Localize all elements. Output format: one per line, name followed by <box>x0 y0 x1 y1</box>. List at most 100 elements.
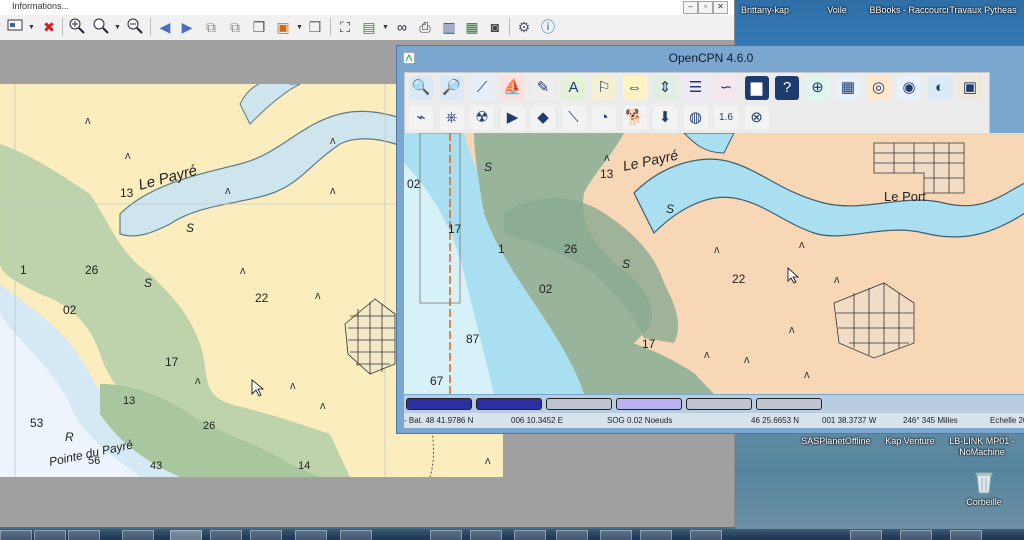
desktop-icon-brittany-kap[interactable]: Brittany-kap <box>725 5 805 16</box>
desktop-icon-kap-venture[interactable]: Kap Venture <box>870 436 950 447</box>
depth-label: 53 <box>30 416 44 430</box>
opencpn-chart-svg: Le Payré Le Port 02 17 1 26 02 13 22 17 … <box>404 133 1024 394</box>
svg-text:ʌ: ʌ <box>330 185 336 197</box>
grib-icon[interactable]: ▦ <box>836 76 860 100</box>
chart-info-icon[interactable]: ◎ <box>866 76 891 100</box>
import-icon[interactable]: ▤ <box>360 18 378 36</box>
zoom-in-icon[interactable] <box>68 18 86 36</box>
color-scheme-icon[interactable]: ▆ <box>744 76 769 100</box>
toolbar-separator <box>150 18 151 36</box>
opencpn-chart[interactable]: Le Payré Le Port 02 17 1 26 02 13 22 17 … <box>404 133 1024 394</box>
dog-icon[interactable]: 🐕 <box>622 106 647 130</box>
svg-text:ʌ: ʌ <box>315 290 321 302</box>
desktop-icon-label: Travaux Pytheas <box>949 5 1017 15</box>
steering-wheel-icon[interactable]: ⎈ <box>439 106 464 130</box>
track-icon[interactable]: ∽ <box>714 76 738 100</box>
print-icon[interactable]: ⎙ <box>416 18 434 36</box>
zoom-out-icon[interactable]: 🔎 <box>439 76 464 100</box>
ruler-icon[interactable]: ⟍ <box>561 106 586 130</box>
maximize-button[interactable]: ▫ <box>698 1 713 14</box>
sound-icon[interactable]: ◔ <box>592 106 616 130</box>
zoom-tool-icon[interactable] <box>92 18 110 36</box>
route-icon[interactable]: ⟋ <box>470 76 494 100</box>
route-manager-icon[interactable]: ☰ <box>683 76 708 100</box>
back-icon[interactable]: ◀ <box>156 18 174 36</box>
radar-icon[interactable]: ⊕ <box>805 76 830 100</box>
desktop-icon-sasplanet[interactable]: SASPlanetOffline <box>796 436 876 447</box>
chevron-down-icon[interactable]: ▼ <box>296 24 303 31</box>
earth-icon[interactable]: ◐ <box>927 76 952 100</box>
trash-label: Corbeille <box>966 497 1002 507</box>
depth-label: 67 <box>430 374 444 388</box>
depth-label: 02 <box>407 177 421 191</box>
chart-quilt-bar[interactable] <box>546 398 612 410</box>
dashboard-icon[interactable]: ◉ <box>897 76 921 100</box>
binoculars-icon[interactable]: ∞ <box>393 18 411 36</box>
desktop-icon-recycle-bin[interactable]: Corbeille <box>964 470 1004 528</box>
svg-text:ʌ: ʌ <box>789 324 795 336</box>
sand-label: S <box>666 202 674 216</box>
depth-label: 26 <box>203 420 215 432</box>
measure-icon[interactable]: ✎ <box>531 76 555 100</box>
chart-quilt-bar[interactable] <box>476 398 542 410</box>
svg-text:ʌ: ʌ <box>485 455 491 467</box>
forward-icon[interactable]: ▶ <box>178 18 196 36</box>
svg-text:ʌ: ʌ <box>744 354 750 366</box>
svg-text:ʌ: ʌ <box>804 369 810 381</box>
delete-icon[interactable]: ✖ <box>40 18 58 36</box>
chart-download-icon[interactable]: ▣ <box>958 76 982 100</box>
current-icon[interactable]: ⇔ <box>622 76 647 100</box>
desktop-icon-lb-link[interactable]: LB-LINK MP01 - NoMachine <box>942 436 1022 458</box>
depth-label: 22 <box>732 272 746 286</box>
photo-icon[interactable]: ◙ <box>486 18 504 36</box>
lifebuoy-icon[interactable]: ⊗ <box>744 106 769 130</box>
version-icon[interactable]: 1.6 <box>714 106 738 130</box>
close-button[interactable]: ✕ <box>713 1 728 14</box>
cursor-icon <box>251 379 265 397</box>
chart-quilt-bar[interactable] <box>406 398 472 410</box>
chevron-down-icon[interactable]: ▼ <box>28 24 35 31</box>
fullscreen-icon[interactable]: ⛶ <box>336 18 354 36</box>
chevron-down-icon[interactable]: ▼ <box>114 24 121 31</box>
desktop-icon-voile[interactable]: Voile <box>797 5 877 16</box>
tide-icon[interactable]: ⚐ <box>592 76 616 100</box>
boat-icon[interactable]: ⛵ <box>500 76 525 100</box>
copy-icon[interactable]: ⧉ <box>202 18 220 36</box>
sand-label: S <box>484 160 492 174</box>
desktop-icon-label: LB-LINK MP01 - NoMachine <box>949 436 1015 457</box>
paste-icon[interactable]: ⧉ <box>226 18 244 36</box>
weather-icon[interactable]: ☢ <box>470 106 494 130</box>
svg-text:ʌ: ʌ <box>290 380 296 392</box>
depth-label: 26 <box>564 242 578 256</box>
moon-icon[interactable]: ◍ <box>683 106 708 130</box>
export-icon[interactable]: ▦ <box>463 18 481 36</box>
autopilot-icon[interactable]: ◆ <box>531 106 555 130</box>
depth-label: 22 <box>255 291 269 305</box>
map-type-icon[interactable]: ▥ <box>440 18 458 36</box>
trash-icon <box>975 472 993 494</box>
ais-icon[interactable]: A <box>561 76 586 100</box>
download-icon[interactable]: ⬇ <box>653 106 677 130</box>
chart-quilt-bar[interactable] <box>616 398 682 410</box>
chart-quilt-bar[interactable] <box>756 398 822 410</box>
up-down-icon[interactable]: ⇕ <box>653 76 677 100</box>
svg-text:ʌ: ʌ <box>320 400 326 412</box>
zoom-out-icon[interactable] <box>126 18 144 36</box>
desktop-icon-travaux-pytheas[interactable]: Travaux Pytheas <box>943 5 1023 16</box>
layers-icon[interactable] <box>6 18 24 36</box>
waypoint-icon[interactable]: ⌁ <box>409 106 433 130</box>
zoom-in-icon[interactable]: 🔍 <box>409 76 433 100</box>
status-cursor-lat: 46 25.6653 N <box>751 416 800 425</box>
info-icon[interactable]: ⓘ <box>539 18 557 36</box>
minimize-button[interactable]: – <box>683 1 698 14</box>
desktop-icon-bbooks[interactable]: BBooks - Raccourci <box>869 5 949 16</box>
chart-quilt-bar[interactable] <box>686 398 752 410</box>
status-cursor-lon: 001 38.3737 W <box>822 416 877 425</box>
chevron-down-icon[interactable]: ▼ <box>382 24 389 31</box>
help-icon[interactable]: ? <box>775 76 799 100</box>
window-icon[interactable]: ❐ <box>250 18 268 36</box>
play-icon[interactable]: ▶ <box>500 106 525 130</box>
image-icon[interactable]: ▣ <box>274 18 292 36</box>
settings-icon[interactable]: ⚙ <box>515 18 533 36</box>
folder-icon[interactable]: ❒ <box>306 18 324 36</box>
